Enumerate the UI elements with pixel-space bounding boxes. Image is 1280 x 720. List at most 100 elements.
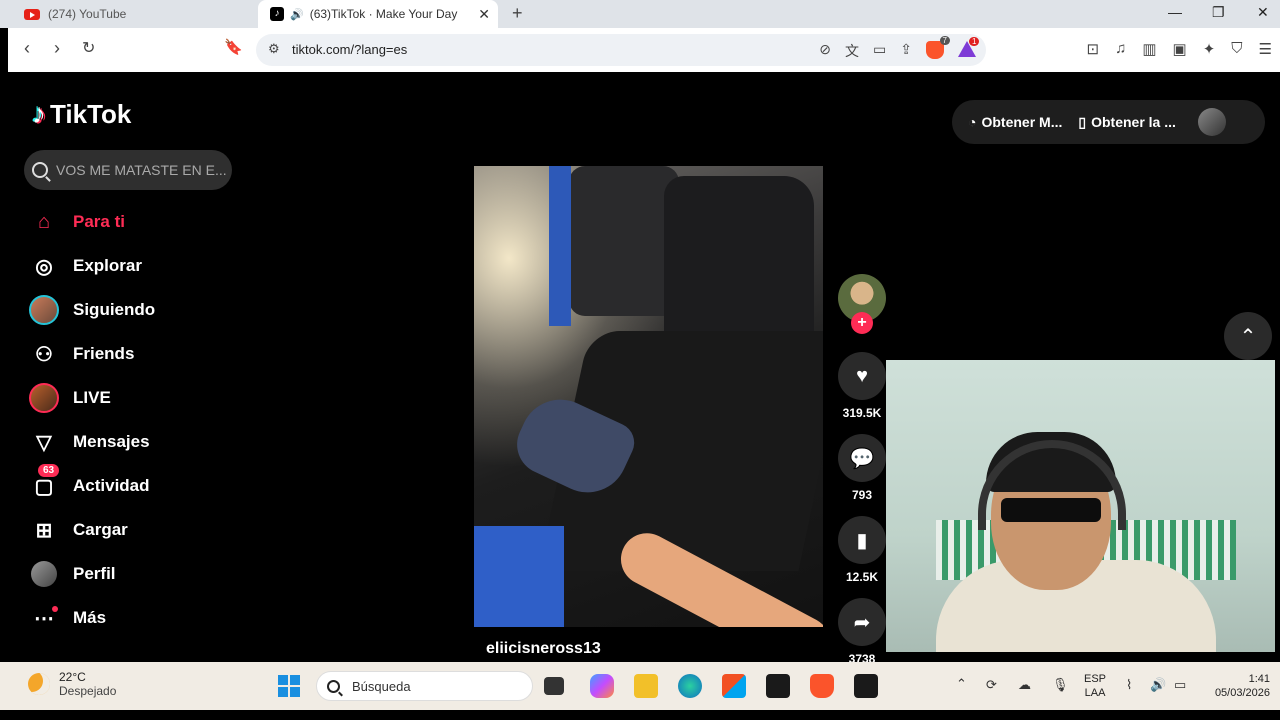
- store-icon[interactable]: [722, 674, 746, 698]
- close-window-button[interactable]: ✕: [1257, 4, 1269, 21]
- profile-avatar: [28, 558, 60, 590]
- sidebar-nav: ⌂ Para ti ◎ Explorar Siguiendo ⚇ Friends…: [28, 200, 155, 640]
- wallet-icon[interactable]: ▣: [1173, 40, 1187, 58]
- sync-icon[interactable]: ⟳: [986, 677, 997, 693]
- friends-icon: ⚇: [35, 343, 53, 366]
- screenshot-icon[interactable]: ▭: [873, 41, 886, 61]
- sidebar-item-para-ti[interactable]: ⌂ Para ti: [28, 200, 155, 244]
- battery-icon[interactable]: ▭: [1174, 677, 1186, 693]
- brave-rewards-icon[interactable]: 1: [958, 37, 980, 57]
- menu-icon[interactable]: ☰: [1259, 40, 1272, 58]
- temperature: 22°C: [59, 670, 86, 684]
- new-tab-button[interactable]: +: [512, 3, 523, 24]
- share-action: ➦ 3738: [838, 598, 886, 662]
- tiktok-wordmark: TikTok: [50, 98, 132, 129]
- sidebar-item-friends[interactable]: ⚇ Friends: [28, 332, 155, 376]
- tab-title: (274) YouTube: [48, 7, 127, 21]
- heart-icon[interactable]: ♥: [838, 352, 886, 400]
- tab-tiktok[interactable]: ♪ 🔊 (63)TikTok · Make Your Day ✕: [258, 0, 498, 28]
- bookmark-icon[interactable]: ▮: [838, 516, 886, 564]
- notification-dot: [52, 606, 58, 612]
- reader-mode-icon[interactable]: ⊡: [1087, 40, 1100, 58]
- sidebar-item-cargar[interactable]: ⊞ Cargar: [28, 508, 155, 552]
- minimize-button[interactable]: —: [1168, 4, 1182, 20]
- sidebar-icon[interactable]: ▥: [1142, 40, 1156, 58]
- search-input[interactable]: VOS ME MATASTE EN E...: [24, 150, 232, 190]
- browser-toolbar: ⊡ ♫ ▥ ▣ ✦ ⛉ ☰: [1087, 40, 1273, 58]
- sidebar-item-label: Perfil: [73, 564, 116, 583]
- search-icon: [32, 162, 48, 178]
- site-settings-icon[interactable]: ⚙: [268, 41, 280, 57]
- sidebar-item-live[interactable]: LIVE: [28, 376, 155, 420]
- app-triangle-2-icon[interactable]: [854, 674, 878, 698]
- microphone-icon[interactable]: 🎙: [1052, 677, 1069, 693]
- language-indicator[interactable]: ESP LAA: [1084, 672, 1106, 700]
- comment-action: 💬 793: [838, 434, 886, 502]
- cast-off-icon[interactable]: ⊘: [819, 41, 831, 61]
- edge-icon[interactable]: [678, 674, 702, 698]
- brave-shields-icon[interactable]: 7: [926, 36, 950, 59]
- sidebar-item-explorar[interactable]: ◎ Explorar: [28, 244, 155, 288]
- task-view-icon[interactable]: [544, 677, 564, 695]
- brave-browser-icon[interactable]: [810, 674, 834, 698]
- sidebar-item-label: Explorar: [73, 256, 142, 275]
- activity-badge: 63: [38, 464, 60, 477]
- url-text[interactable]: tiktok.com/?lang=es: [292, 42, 407, 57]
- reload-button[interactable]: ↻: [82, 38, 95, 58]
- media-icon[interactable]: ♫: [1115, 40, 1126, 58]
- windows-start-icon[interactable]: [278, 675, 300, 697]
- tiktok-logo[interactable]: ♪ TikTok: [32, 98, 131, 130]
- vpn-icon[interactable]: ⛉: [1231, 40, 1242, 58]
- sidebar-item-siguiendo[interactable]: Siguiendo: [28, 288, 155, 332]
- comment-icon[interactable]: 💬: [838, 434, 886, 482]
- search-text: VOS ME MATASTE EN E...: [56, 162, 227, 178]
- sidebar-item-label: Más: [73, 608, 107, 627]
- webcam-sunglasses: [1001, 498, 1101, 522]
- tiktok-note-icon: ♪: [32, 98, 46, 129]
- live-avatar: [28, 382, 60, 414]
- sidebar-item-actividad[interactable]: ▢ 63 Actividad: [28, 464, 155, 508]
- weather-widget[interactable]: 22°C Despejado: [28, 670, 116, 698]
- like-action: ♥ 319.5K: [838, 352, 886, 420]
- user-avatar[interactable]: [1197, 108, 1226, 136]
- get-coins-button[interactable]: ◔ Obtener M...: [968, 114, 1062, 130]
- creator-avatar[interactable]: +: [838, 274, 886, 334]
- video-player[interactable]: [474, 166, 823, 627]
- sidebar-item-perfil[interactable]: Perfil: [28, 552, 155, 596]
- volume-icon[interactable]: 🔊: [1150, 677, 1166, 693]
- video-frame-door: [549, 166, 571, 326]
- weather-description: Despejado: [59, 684, 117, 698]
- app-triangle-icon[interactable]: [766, 674, 790, 698]
- back-button[interactable]: ‹: [24, 38, 30, 59]
- clock[interactable]: 1:41 05/03/2026: [1215, 672, 1270, 700]
- bookmark-icon[interactable]: 🔖: [224, 38, 243, 56]
- taskbar: 22°C Despejado Búsqueda ⌃ ⟳ ☁ 🎙 ESP LAA …: [0, 662, 1280, 710]
- translate-icon[interactable]: 文: [845, 41, 859, 61]
- speaker-icon[interactable]: 🔊: [290, 8, 304, 21]
- get-app-button[interactable]: ▯ Obtener la ...: [1078, 114, 1176, 131]
- cloud-icon[interactable]: ☁: [1018, 677, 1031, 693]
- sidebar-item-mas[interactable]: ⋯ Más: [28, 596, 155, 640]
- clock-time: 1:41: [1248, 673, 1270, 685]
- chevron-up-icon[interactable]: ⌃: [956, 676, 967, 692]
- wifi-icon[interactable]: ⌇: [1126, 677, 1132, 693]
- sidebar-item-label: Siguiendo: [73, 300, 156, 319]
- chevron-up-icon[interactable]: ⌃: [1224, 312, 1272, 360]
- taskbar-search-input[interactable]: Búsqueda: [316, 671, 533, 701]
- video-username[interactable]: eliicisneross13: [486, 640, 601, 658]
- moon-icon: [28, 673, 50, 695]
- share-icon[interactable]: ⇪: [900, 41, 912, 61]
- file-explorer-icon[interactable]: [634, 674, 658, 698]
- sidebar-item-label: LIVE: [73, 388, 111, 407]
- sidebar-item-mensajes[interactable]: ▽ Mensajes: [28, 420, 155, 464]
- forward-button[interactable]: ›: [54, 38, 60, 59]
- comment-count: 793: [851, 488, 873, 502]
- url-field[interactable]: ⚙ tiktok.com/?lang=es ⊘ 文 ▭ ⇪ 7 1: [256, 34, 986, 66]
- share-arrow-icon[interactable]: ➦: [838, 598, 886, 646]
- close-tab-icon[interactable]: ✕: [478, 6, 490, 23]
- tab-youtube[interactable]: (274) YouTube: [8, 0, 258, 28]
- restore-button[interactable]: ❐: [1212, 4, 1225, 21]
- leo-ai-icon[interactable]: ✦: [1203, 40, 1216, 58]
- copilot-icon[interactable]: [590, 674, 614, 698]
- follow-plus-icon[interactable]: +: [851, 312, 873, 334]
